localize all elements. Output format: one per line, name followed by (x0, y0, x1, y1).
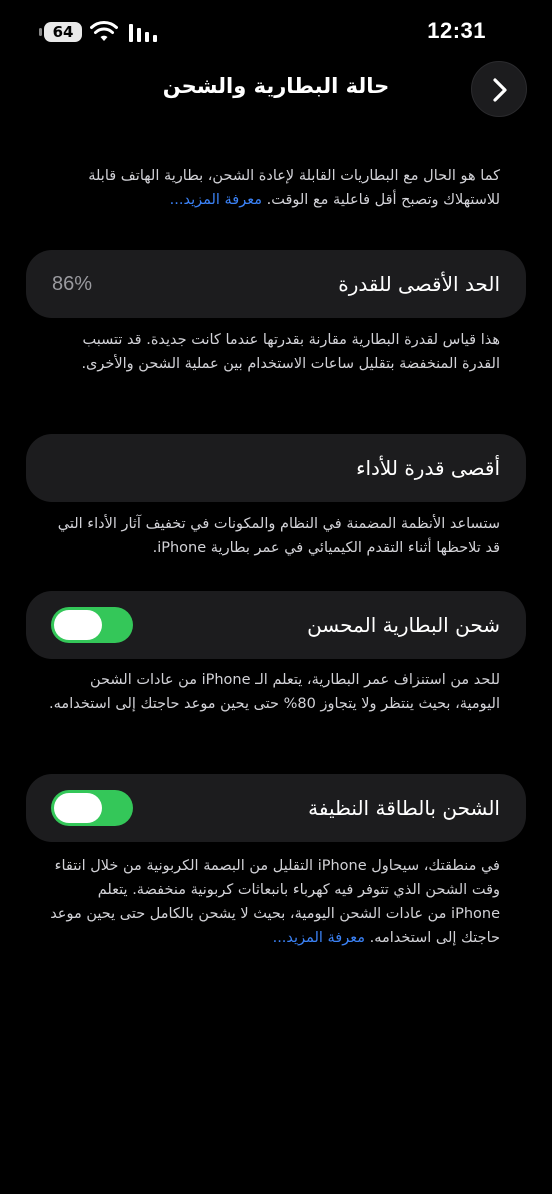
back-button[interactable] (471, 61, 527, 117)
cellular-signal-icon (129, 24, 157, 42)
chevron-right-icon (493, 78, 507, 102)
nav-header: حالة البطارية والشحن (0, 60, 552, 120)
status-bar: 64 12:31 (0, 14, 552, 54)
learn-more-link[interactable]: معرفة المزيد... (273, 930, 365, 946)
toggle-knob (54, 610, 102, 640)
status-time: 12:31 (427, 18, 486, 43)
intro-text: كما هو الحال مع البطاريات القابلة لإعادة… (88, 168, 500, 208)
clean-energy-charging-row: الشحن بالطاقة النظيفة (26, 774, 526, 842)
clean-energy-description: في منطقتك، سيحاول iPhone التقليل من البص… (48, 854, 500, 950)
clean-energy-charging-label: الشحن بالطاقة النظيفة (308, 796, 500, 820)
page-title: حالة البطارية والشحن (162, 74, 390, 98)
optimized-charging-toggle[interactable] (51, 607, 133, 643)
toggle-knob (54, 793, 102, 823)
max-capacity-value: 86% (52, 273, 93, 295)
clean-energy-charging-toggle[interactable] (51, 790, 133, 826)
battery-icon: 64 (39, 22, 82, 42)
intro-description: كما هو الحال مع البطاريات القابلة لإعادة… (48, 164, 500, 212)
peak-performance-row[interactable]: أقصى قدرة للأداء (26, 434, 526, 502)
optimized-charging-row: شحن البطارية المحسن (26, 591, 526, 659)
optimized-charging-description: للحد من استنزاف عمر البطارية، يتعلم الـ … (49, 672, 500, 712)
optimized-charging-label: شحن البطارية المحسن (307, 613, 500, 637)
max-capacity-description: هذا قياس لقدرة البطارية مقارنة بقدرتها ع… (81, 332, 500, 372)
peak-performance-label: أقصى قدرة للأداء (356, 456, 500, 480)
max-capacity-label: الحد الأقصى للقدرة (338, 272, 500, 296)
learn-more-link[interactable]: معرفة المزيد... (170, 192, 262, 208)
peak-performance-description: ستساعد الأنظمة المضمنة في النظام والمكون… (57, 516, 500, 556)
max-capacity-row: الحد الأقصى للقدرة 86% (26, 250, 526, 318)
battery-level: 64 (52, 23, 74, 41)
wifi-icon (90, 20, 118, 41)
